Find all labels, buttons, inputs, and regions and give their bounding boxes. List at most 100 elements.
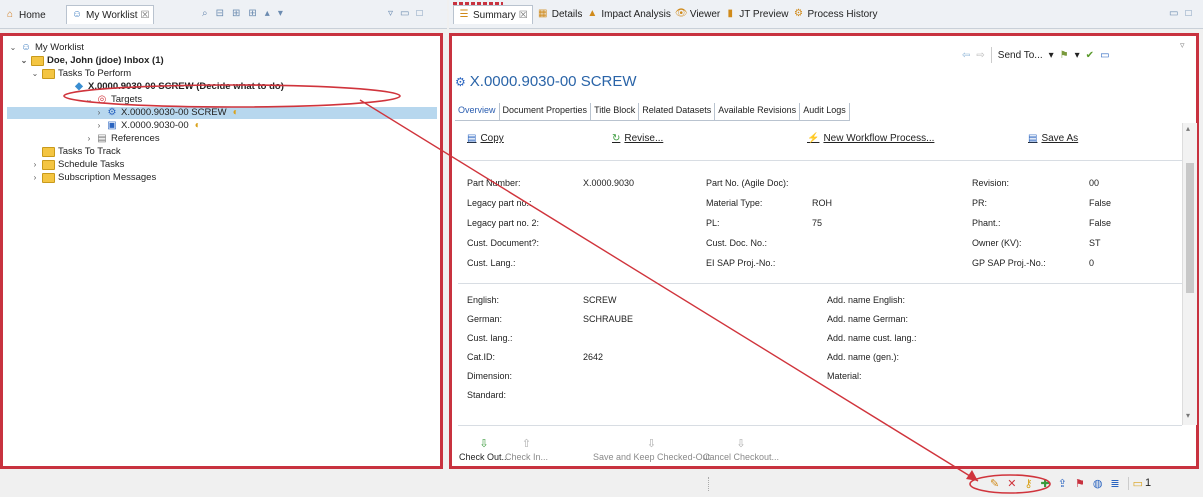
save-and-keep-checked-out-button[interactable]: ⇩ Save and Keep Checked-Out	[593, 437, 710, 462]
tree-item-references[interactable]: › ▤ References	[85, 133, 160, 145]
revise-icon: ↻	[612, 133, 621, 144]
scroll-up-icon[interactable]: ▴	[1186, 124, 1190, 133]
new-workflow-process-action[interactable]: ⚡ New Workflow Process...	[807, 133, 934, 144]
subtab-related-datasets[interactable]: Related Datasets	[639, 103, 716, 120]
tree-item-inbox[interactable]: ⌄ Doe, John (jdoe) Inbox (1)	[20, 55, 164, 67]
subtab-available-revisions[interactable]: Available Revisions	[715, 103, 801, 120]
forward-icon[interactable]: ⇨	[976, 50, 984, 61]
share-icon[interactable]: ⚑	[1060, 50, 1069, 61]
subtab-document-properties[interactable]: Document Properties	[500, 103, 592, 120]
tree-item-schedule-tasks[interactable]: › Schedule Tasks	[31, 159, 124, 171]
tree-item-target-item[interactable]: › ▣ X.0000.9030-00 ◐	[95, 120, 204, 132]
minimize-icon[interactable]: ▭	[400, 8, 409, 19]
minimize-icon[interactable]: ▭	[1169, 8, 1178, 19]
tab-impact-analysis[interactable]: ▲ Impact Analysis	[586, 5, 670, 23]
tree-label: My Worklist	[35, 42, 84, 53]
tree-item-targets[interactable]: ⌄ ◎ Targets	[85, 94, 143, 106]
add-icon[interactable]: ✚	[1041, 477, 1050, 490]
add-name-field-label: Add. name English:	[827, 295, 906, 305]
expand-arrow-icon[interactable]: ›	[31, 159, 39, 171]
expand-arrow-icon[interactable]: ⌄	[20, 55, 28, 67]
check-out-button[interactable]: ⇩ Check Out...	[459, 437, 509, 462]
property-label: Part No. (Agile Doc):	[706, 178, 789, 188]
property-value: ROH	[812, 198, 832, 208]
globe-icon[interactable]: ◍	[1093, 477, 1103, 490]
tab-viewer[interactable]: 👁 Viewer	[675, 5, 720, 23]
subtab-title-block[interactable]: Title Block	[591, 103, 640, 120]
list-icon[interactable]: ≣	[1110, 477, 1119, 490]
tree-item-my-worklist[interactable]: ⌄ ☺ My Worklist	[9, 42, 84, 54]
tab-process-history[interactable]: ⚙ Process History	[793, 5, 878, 23]
collapse-all-icon[interactable]: ⊟	[216, 8, 224, 19]
expand-arrow-icon[interactable]: ⌄	[9, 42, 17, 54]
expand-arrow-icon[interactable]: ›	[85, 133, 93, 145]
send-to-button[interactable]: Send To... ▾	[998, 50, 1054, 61]
move-down-icon[interactable]: ▾	[278, 8, 283, 19]
tree-item-tasks-to-perform[interactable]: ⌄ Tasks To Perform	[31, 68, 131, 80]
property-label: Cust. Document?:	[467, 238, 540, 248]
expand-arrow-icon[interactable]: ⌄	[85, 94, 93, 106]
close-icon[interactable]: ☒	[140, 10, 149, 21]
save-as-action[interactable]: ▤ Save As	[1028, 133, 1078, 144]
tree-label: References	[111, 133, 160, 144]
dropdown-arrow-icon[interactable]: ▾	[1075, 50, 1080, 61]
tab-details[interactable]: ▦ Details	[537, 5, 582, 23]
vertical-scrollbar[interactable]: ▴ ▾	[1182, 123, 1197, 425]
pencil-icon[interactable]: ✎	[990, 477, 999, 490]
button-label: Cancel Checkout...	[703, 452, 780, 462]
inbox-status[interactable]: ▭ 1	[1127, 477, 1151, 490]
scrollbar-thumb[interactable]	[1186, 163, 1194, 293]
move-up-icon[interactable]: ▴	[265, 8, 270, 19]
name-field-label: Dimension:	[467, 371, 513, 381]
tree-label: Subscription Messages	[58, 172, 157, 183]
back-icon[interactable]: ⇦	[962, 50, 970, 61]
check-in-button[interactable]: ⇧ Check In...	[505, 437, 548, 462]
share-icon[interactable]: ⇪	[1058, 477, 1067, 490]
scroll-down-icon[interactable]: ▾	[1186, 411, 1190, 420]
add-name-field-label: Add. name (gen.):	[827, 352, 900, 362]
tree-item-task[interactable]: ◆ X.0000.9030-00 SCREW (Decide what to d…	[73, 81, 284, 93]
view-menu-icon[interactable]: ▿	[388, 8, 393, 19]
expand-arrow-icon[interactable]: ›	[95, 107, 103, 119]
edit-icon[interactable]: ✔	[1086, 50, 1094, 61]
name-field-value: SCREW	[583, 295, 617, 305]
expand-arrow-icon[interactable]: ›	[95, 120, 103, 132]
expand-icon[interactable]: ⊞	[248, 8, 256, 19]
copy-action[interactable]: ▤ Copy	[467, 133, 504, 144]
maximize-icon[interactable]: □	[1185, 8, 1191, 19]
subtab-overview[interactable]: Overview	[455, 103, 500, 120]
tree-item-target-screw[interactable]: › ⚙ X.0000.9030-00 SCREW ◐	[7, 107, 437, 119]
checkout-icon: ⇧	[521, 438, 532, 450]
expand-arrow-icon[interactable]: ›	[31, 172, 39, 184]
tree-item-subscription-messages[interactable]: › Subscription Messages	[31, 172, 156, 184]
property-value: False	[1089, 218, 1112, 228]
key-icon[interactable]: ⚷	[1024, 477, 1032, 490]
checkout-icon: ⇩	[646, 438, 657, 450]
flag-icon[interactable]: ⚑	[1075, 477, 1085, 490]
tab-summary[interactable]: ☰ Summary ☒	[453, 5, 533, 24]
window-icon[interactable]: ▭	[1100, 50, 1109, 61]
add-name-field-label: Material:	[827, 371, 862, 381]
close-icon[interactable]: ☒	[519, 10, 528, 21]
task-diamond-icon: ◆	[75, 81, 83, 92]
tab-home[interactable]: ⌂ Home	[4, 6, 46, 24]
subtab-audit-logs[interactable]: Audit Logs	[800, 103, 850, 120]
divider	[458, 425, 1182, 426]
expand-arrow-icon[interactable]: ⌄	[31, 68, 39, 80]
search-icon[interactable]: ⌕	[202, 8, 208, 19]
maximize-icon[interactable]: □	[416, 8, 422, 19]
filter-icon[interactable]: ⊞	[232, 8, 240, 19]
cancel-checkout-button[interactable]: ⇩ Cancel Checkout...	[703, 437, 779, 462]
revise-action[interactable]: ↻ Revise...	[612, 133, 663, 144]
references-icon: ▤	[97, 133, 107, 144]
folder-icon	[42, 69, 55, 79]
tab-my-worklist[interactable]: ☺ My Worklist ☒	[66, 5, 155, 24]
send-to-label: Send To...	[997, 49, 1043, 61]
cancel-icon[interactable]: ✕	[1007, 477, 1016, 490]
property-value: 75	[812, 218, 823, 228]
tab-label: JT Preview	[739, 8, 789, 20]
tree-item-tasks-to-track[interactable]: Tasks To Track	[31, 146, 121, 158]
worklist-panel: ⌄ ☺ My Worklist ⌄ Doe, John (jdoe) Inbox…	[0, 33, 443, 469]
view-menu-icon[interactable]: ▿	[1180, 40, 1185, 51]
tab-jt-preview[interactable]: ▮ JT Preview	[724, 5, 788, 23]
